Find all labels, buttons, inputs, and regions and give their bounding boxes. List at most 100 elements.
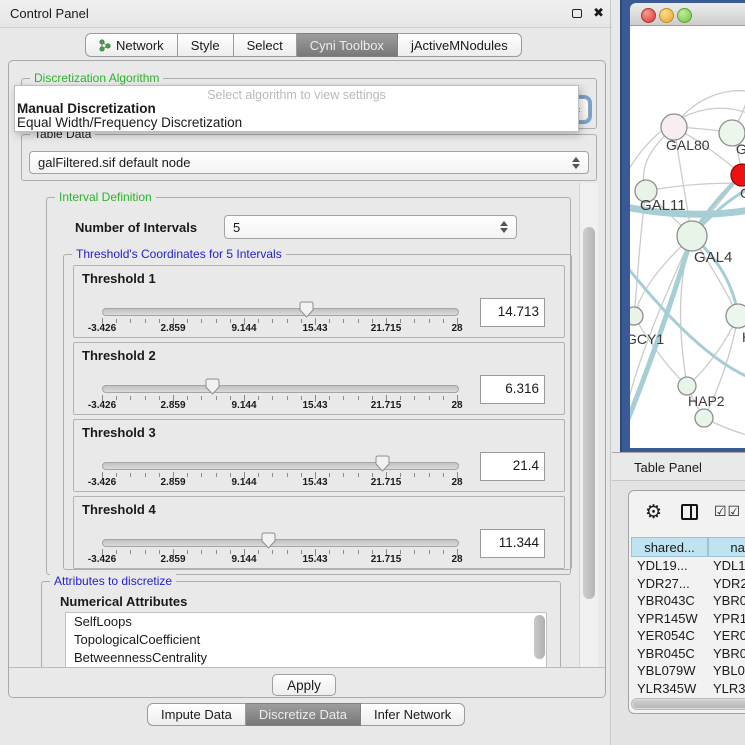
node-label-gal11: GAL11 <box>640 197 686 214</box>
tab-cyni-toolbox[interactable]: Cyni Toolbox <box>297 33 398 57</box>
slider-tick-label: -3.426 <box>88 323 116 334</box>
slider-tick <box>201 473 202 477</box>
panel-scrollbar-track[interactable] <box>579 183 598 667</box>
apply-button[interactable]: Apply <box>272 674 336 696</box>
table-row[interactable]: YBR043CYBR0 <box>631 593 745 611</box>
slider-tick <box>216 550 217 554</box>
threshold-slider-thumb[interactable] <box>261 532 276 549</box>
slider-tick <box>130 396 131 400</box>
minimize-traffic-light-icon[interactable] <box>659 8 674 23</box>
select-columns-icon[interactable]: ☑☑ <box>714 504 741 520</box>
slider-tick <box>272 396 273 400</box>
threshold-slider-track[interactable] <box>102 539 459 547</box>
slider-tick <box>216 473 217 477</box>
table-hscrollbar-thumb[interactable] <box>633 700 745 708</box>
column-header-shared-name[interactable]: shared... <box>631 537 708 557</box>
panel-scrollbar-thumb[interactable] <box>583 227 595 599</box>
table-data-selected-value: galFiltered.sif default node <box>38 155 190 170</box>
network-view-window[interactable]: GAL80GACGAL11GAL4GCY1HHAP2 <box>620 0 745 455</box>
tab-label: Impute Data <box>161 704 232 726</box>
zoom-traffic-light-icon[interactable] <box>677 8 692 23</box>
threshold-value-field[interactable]: 14.713 <box>480 298 545 327</box>
attribute-item-selfloops[interactable]: SelfLoops <box>66 613 546 631</box>
bottom-tab-discretize-data[interactable]: Discretize Data <box>246 703 361 726</box>
slider-tick <box>201 396 202 400</box>
tab-jactivemnodules[interactable]: jActiveMNodules <box>398 33 522 57</box>
table-row[interactable]: YBL079WYBL0 <box>631 663 745 681</box>
table-row[interactable]: YER054CYER0 <box>631 628 745 646</box>
number-of-intervals-label: Number of Intervals <box>75 220 197 235</box>
bottom-tab-infer-network[interactable]: Infer Network <box>361 703 465 726</box>
threshold-slider-thumb[interactable] <box>375 455 390 472</box>
tab-style[interactable]: Style <box>178 33 234 57</box>
tab-label: Style <box>191 34 220 57</box>
close-traffic-light-icon[interactable] <box>641 8 656 23</box>
slider-tick <box>414 550 415 554</box>
table-row[interactable]: YPR145WYPR1 <box>631 611 745 629</box>
tab-select[interactable]: Select <box>234 33 297 57</box>
slider-tick <box>145 550 146 554</box>
GAL4-node[interactable] <box>677 221 707 251</box>
number-of-intervals-combobox[interactable]: 5 <box>224 215 517 239</box>
threshold-value-field[interactable]: 21.4 <box>480 452 545 481</box>
control-panel-titlebar: Control Panel ✖ <box>0 0 612 28</box>
cell-shared-name: YER054C <box>637 628 695 643</box>
tab-label: jActiveMNodules <box>411 34 508 57</box>
cyni-toolbox-panel: Discretization Algorithm Select algorith… <box>8 60 606 698</box>
attribute-item-topologicalcoefficient[interactable]: TopologicalCoefficient <box>66 631 546 649</box>
split-columns-icon[interactable] <box>681 504 698 520</box>
algorithm-option-manual-discretization[interactable]: Manual Discretization <box>17 101 156 116</box>
algorithm-option-equal-width-frequency-discretization[interactable]: Equal Width/Frequency Discretization <box>17 115 242 130</box>
list-scrollbar-thumb[interactable] <box>534 615 545 659</box>
tab-network[interactable]: Network <box>85 33 178 57</box>
slider-tick <box>287 473 288 477</box>
numerical-attributes-list[interactable]: SelfLoopsTopologicalCoefficientBetweenne… <box>65 612 547 667</box>
bottom-tab-impute-data[interactable]: Impute Data <box>147 703 246 726</box>
threshold-value-field[interactable]: 11.344 <box>480 529 545 558</box>
threshold-slider-track[interactable] <box>102 385 459 393</box>
network-canvas[interactable]: GAL80GACGAL11GAL4GCY1HHAP2 <box>630 26 745 448</box>
slider-tick <box>343 319 344 323</box>
threshold-slider-track[interactable] <box>102 308 459 316</box>
cell-name: YDL1 <box>713 558 745 573</box>
slider-tick <box>443 319 444 323</box>
threshold-value-field[interactable]: 6.316 <box>480 375 545 404</box>
threshold-slider-thumb[interactable] <box>205 378 220 395</box>
table-row[interactable]: YDL19...YDL1 <box>631 558 745 576</box>
slider-tick-label: 2.859 <box>160 477 185 488</box>
network-window-titlebar[interactable] <box>630 3 745 26</box>
tab-label: Discretize Data <box>259 704 347 726</box>
attribute-item-betweennesscentrality[interactable]: BetweennessCentrality <box>66 649 546 667</box>
node-label-gal4: GAL4 <box>694 249 732 266</box>
slider-tick <box>116 319 117 323</box>
slider-tick <box>429 473 430 477</box>
gear-icon[interactable]: ⚙ <box>645 502 662 522</box>
slider-tick-label: 9.144 <box>231 554 256 565</box>
H-node[interactable] <box>726 304 745 328</box>
slider-tick <box>414 396 415 400</box>
table-data-combobox[interactable]: galFiltered.sif default node <box>29 151 589 174</box>
close-icon[interactable]: ✖ <box>593 6 604 21</box>
node-label-gcy1: GCY1 <box>630 331 664 347</box>
thresholds-group-title: Threshold's Coordinates for 5 Intervals <box>72 247 286 261</box>
slider-tick <box>130 319 131 323</box>
slider-tick <box>116 473 117 477</box>
slider-tick <box>258 319 259 323</box>
bottom-node[interactable] <box>695 409 713 427</box>
cell-shared-name: YLR345W <box>637 681 696 696</box>
table-hscrollbar-track[interactable] <box>631 698 745 710</box>
table-row[interactable]: YLR345WYLR3 <box>631 681 745 699</box>
table-row[interactable]: YDR27...YDR2 <box>631 576 745 594</box>
column-header-name[interactable]: na... <box>708 537 745 557</box>
threshold-slider-thumb[interactable] <box>299 301 314 318</box>
slider-tick-label: 9.144 <box>231 477 256 488</box>
slider-tick <box>116 396 117 400</box>
table-row[interactable]: YBR045CYBR0 <box>631 646 745 664</box>
network-graph: GAL80GACGAL11GAL4GCY1HHAP2 <box>630 26 745 448</box>
slider-tick <box>414 473 415 477</box>
slider-tick-label: 15.43 <box>302 400 327 411</box>
threshold-slider-track[interactable] <box>102 462 459 470</box>
float-window-icon[interactable] <box>572 9 582 18</box>
slider-tick-label: 28 <box>451 323 462 334</box>
GCY1-node[interactable] <box>630 307 643 325</box>
